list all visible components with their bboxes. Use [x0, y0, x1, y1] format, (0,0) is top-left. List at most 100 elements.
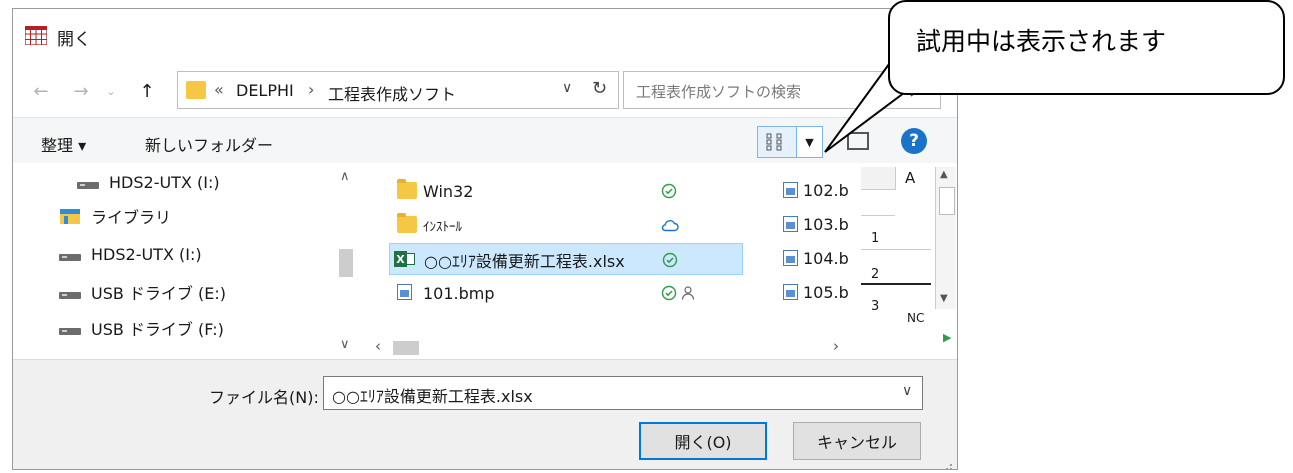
dialog-title: 開く: [57, 30, 91, 50]
file-list-hscrollbar[interactable]: ‹ ›: [361, 337, 849, 359]
file-name: 104.b: [803, 249, 849, 268]
list-item[interactable]: ｲﾝｽﾄｰﾙ: [389, 209, 743, 241]
library-icon: [59, 206, 83, 226]
scroll-left-chevron-icon[interactable]: ‹: [375, 337, 381, 355]
list-item[interactable]: 101.bmp: [389, 277, 743, 309]
app-grid-icon: [24, 25, 48, 46]
command-bar: 整理 ▾ 新しいフォルダー ▼ ?: [13, 117, 957, 164]
folder-icon: [397, 179, 417, 199]
image-file-icon: [783, 216, 798, 232]
callout-box: 試用中は表示されます: [888, 0, 1285, 95]
chevron-down-icon[interactable]: ∨: [902, 383, 912, 399]
sidebar-scrollbar[interactable]: ∧ ∨: [335, 163, 357, 359]
sheet-row-divider: [861, 215, 895, 216]
sync-check-icon: [661, 175, 677, 207]
scroll-up-chevron-icon[interactable]: ∧: [340, 169, 350, 184]
arrow-right-icon: →: [73, 80, 89, 102]
image-file-icon: [397, 284, 412, 300]
sidebar-item-usb-f[interactable]: USB ドライブ (F:): [59, 311, 224, 345]
cancel-button[interactable]: キャンセル: [793, 422, 921, 460]
sidebar-item-hds2-utx-2[interactable]: HDS2-UTX (I:): [59, 237, 202, 271]
address-prefix[interactable]: «: [214, 80, 224, 99]
file-name: Win32: [423, 181, 474, 201]
sidebar-item-label: USB ドライブ (F:): [91, 320, 224, 339]
breadcrumb-current-folder[interactable]: 工程表作成ソフト: [328, 81, 456, 105]
file-name: 103.b: [803, 215, 849, 234]
resize-grip-icon[interactable]: [941, 456, 953, 469]
file-name: ｲﾝｽﾄｰﾙ: [423, 219, 462, 235]
sidebar-item-label: USB ドライブ (E:): [91, 284, 227, 303]
sheet-tab-scroll-right-icon[interactable]: ▶: [943, 331, 951, 344]
sidebar-item-hds2-utx[interactable]: HDS2-UTX (I:): [77, 165, 220, 199]
filename-input[interactable]: ○○ｴﾘｱ設備更新工程表.xlsx ∨: [323, 376, 923, 410]
chevron-down-icon: ⌄: [106, 84, 116, 98]
sheet-row-header: 1: [871, 231, 880, 246]
list-item[interactable]: Win32: [389, 175, 743, 207]
sheet-cell-text: NC: [907, 311, 925, 325]
sheet-column-header: A: [905, 169, 916, 187]
arrow-up-icon: ↑: [139, 80, 155, 102]
list-item[interactable]: 105.b: [775, 277, 849, 309]
file-name: ○○ｴﾘｱ設備更新工程表.xlsx: [424, 252, 625, 271]
address-history-chevron-icon[interactable]: ∨: [562, 80, 572, 96]
address-bar[interactable]: « DELPHI › 工程表作成ソフト ∨ ↻: [177, 71, 619, 109]
details-view-icon: [766, 133, 782, 151]
new-folder-button[interactable]: 新しいフォルダー: [145, 132, 273, 156]
filename-value: ○○ｴﾘｱ設備更新工程表.xlsx: [332, 387, 533, 406]
recent-locations-button[interactable]: ⌄: [101, 71, 121, 111]
file-name: 102.b: [803, 181, 849, 200]
file-name: 105.b: [803, 283, 849, 302]
list-item[interactable]: 102.b: [775, 175, 849, 207]
drive-icon: [77, 172, 101, 192]
sheet-corner: [861, 167, 896, 190]
scrollbar-thumb[interactable]: [393, 341, 419, 355]
sidebar-item-label: HDS2-UTX (I:): [109, 172, 220, 192]
open-button[interactable]: 開く(O): [639, 422, 767, 460]
sheet-vscrollbar[interactable]: ▲ ▼: [935, 167, 956, 309]
back-button[interactable]: ←: [27, 71, 55, 111]
sync-check-icon: [661, 277, 677, 309]
excel-file-icon: X: [394, 250, 416, 268]
sync-check-icon: [662, 244, 678, 276]
organize-button[interactable]: 整理 ▾: [41, 132, 86, 156]
file-name: 101.bmp: [423, 283, 495, 303]
navigation-pane: HDS2-UTX (I:) ライブラリ HDS2-UTX (I:) USB ドラ…: [13, 163, 361, 359]
image-file-icon: [783, 250, 798, 266]
refresh-icon[interactable]: ↻: [592, 78, 607, 99]
breadcrumb-separator[interactable]: ›: [308, 80, 314, 99]
chevron-down-icon: ▼: [805, 135, 814, 149]
scrollbar-thumb[interactable]: [339, 249, 353, 277]
shared-user-icon: [681, 285, 695, 305]
scroll-up-triangle-icon[interactable]: ▲: [940, 169, 948, 180]
file-list: Win32 ｲﾝｽﾄｰﾙ X ○○ｴﾘｱ設備更新工程表.xlsx 101.bmp: [361, 163, 849, 359]
scroll-down-triangle-icon[interactable]: ▼: [940, 293, 948, 304]
image-file-icon: [783, 182, 798, 198]
sidebar-item-label: ライブラリ: [91, 208, 172, 227]
sheet-row-header: 2: [871, 267, 880, 282]
navigation-bar: ← → ⌄ ↑ « DELPHI › 工程表作成ソフト ∨ ↻ 工程表作成ソフト…: [13, 71, 957, 111]
folder-icon: [397, 213, 417, 233]
open-file-dialog: 開く ← → ⌄ ↑ « DELPHI › 工程表作成ソフト ∨ ↻ 工程表作成…: [12, 8, 958, 470]
cloud-icon: [661, 209, 679, 241]
list-item[interactable]: 104.b: [775, 243, 849, 275]
search-placeholder: 工程表作成ソフトの検索: [636, 83, 802, 101]
up-button[interactable]: ↑: [133, 71, 161, 111]
sidebar-item-library[interactable]: ライブラリ: [59, 199, 171, 233]
sidebar-item-usb-e[interactable]: USB ドライブ (E:): [59, 275, 226, 309]
sheet-row-divider: [861, 249, 931, 250]
dialog-footer: ファイル名(N): ○○ｴﾘｱ設備更新工程表.xlsx ∨ 開く(O) キャンセ…: [13, 359, 957, 469]
drive-icon: [59, 244, 83, 264]
list-item[interactable]: 103.b: [775, 209, 849, 241]
list-item-selected[interactable]: X ○○ｴﾘｱ設備更新工程表.xlsx: [389, 243, 743, 275]
image-file-icon: [783, 284, 798, 300]
drive-icon: [59, 282, 83, 302]
breadcrumb-delphi[interactable]: DELPHI: [236, 81, 294, 100]
forward-button[interactable]: →: [67, 71, 95, 111]
sheet-row-divider: [861, 283, 931, 285]
scroll-down-chevron-icon[interactable]: ∨: [340, 337, 350, 352]
view-options-button[interactable]: [757, 126, 797, 158]
filename-label: ファイル名(N):: [209, 388, 319, 407]
scroll-right-chevron-icon[interactable]: ›: [833, 337, 839, 355]
scrollbar-thumb[interactable]: [939, 187, 955, 215]
preview-pane: A 1 2 3 NC ▲ ▼ ▶: [849, 163, 957, 359]
